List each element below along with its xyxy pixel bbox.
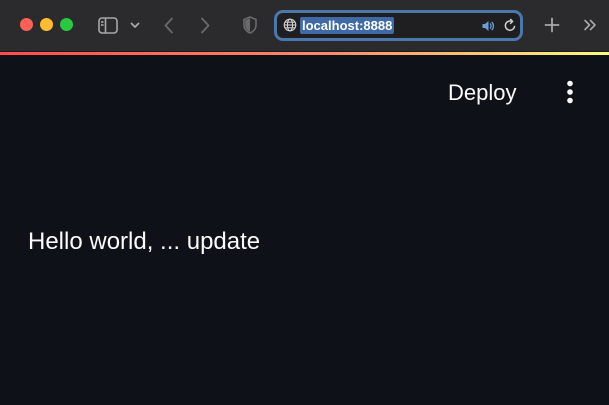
reload-icon[interactable] xyxy=(503,18,517,33)
close-window-button[interactable] xyxy=(20,18,33,31)
browser-toolbar: localhost:8888 xyxy=(0,0,609,52)
vertical-ellipsis-icon xyxy=(566,80,574,109)
chevron-right-icon[interactable] xyxy=(196,14,214,36)
shield-icon[interactable] xyxy=(241,13,259,37)
plus-icon[interactable] xyxy=(542,13,562,37)
maximize-window-button[interactable] xyxy=(60,18,73,31)
chevron-down-icon[interactable] xyxy=(128,17,142,33)
main-menu-button[interactable] xyxy=(556,79,584,109)
address-bar[interactable]: localhost:8888 xyxy=(274,10,523,41)
speaker-icon[interactable] xyxy=(481,19,495,33)
minimize-window-button[interactable] xyxy=(40,18,53,31)
url-text[interactable]: localhost:8888 xyxy=(300,17,395,34)
main-text: Hello world, ... update xyxy=(28,228,261,255)
app-header: Deploy xyxy=(0,55,609,125)
browser-window: localhost:8888 Deploy Hello world, ... u… xyxy=(0,0,609,405)
sidebar-icon[interactable] xyxy=(97,15,119,35)
deploy-button[interactable]: Deploy xyxy=(438,76,526,110)
chevron-left-icon[interactable] xyxy=(160,14,178,36)
globe-icon xyxy=(283,18,297,32)
double-chevron-right-icon[interactable] xyxy=(580,14,600,36)
